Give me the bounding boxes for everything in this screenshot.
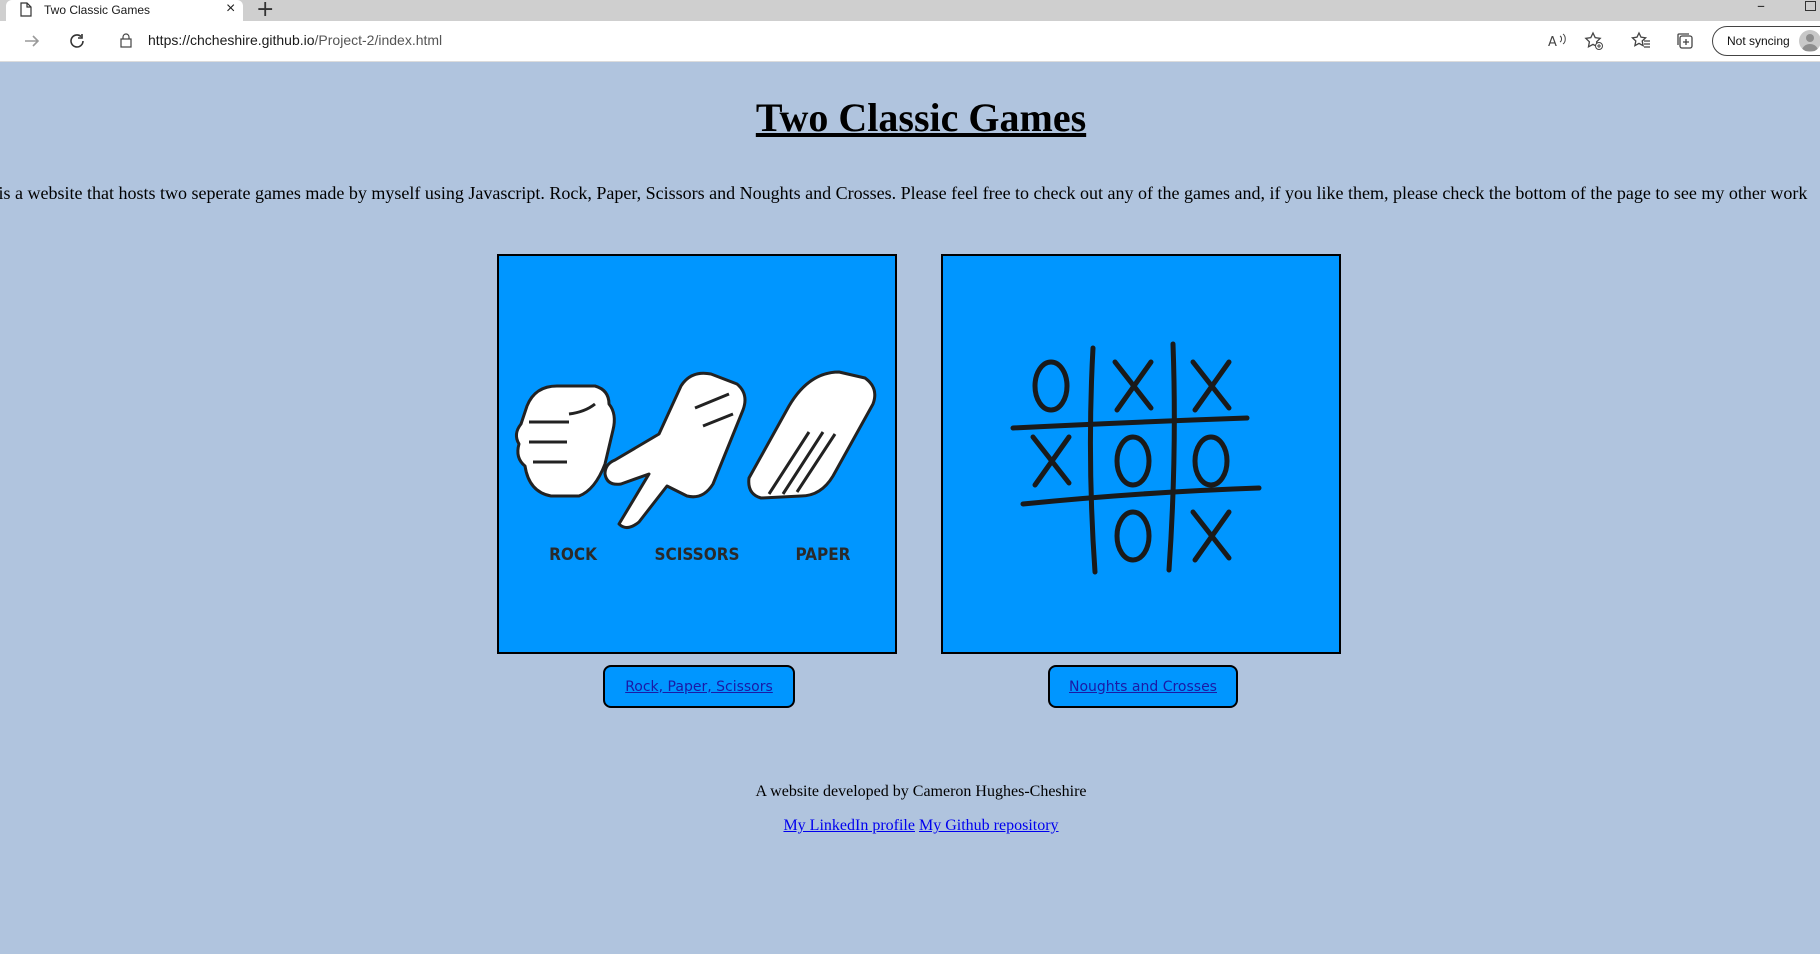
noughts-and-crosses-link[interactable]: Noughts and Crosses	[1069, 679, 1217, 695]
cross-mark-r1-c0	[1030, 434, 1072, 488]
paper-hand-icon	[747, 370, 877, 500]
cross-mark-r2-c2	[1190, 509, 1232, 563]
footer-links: My LinkedIn profile My Github repository	[0, 817, 1820, 835]
tab-title: Two Classic Games	[44, 3, 151, 17]
github-link[interactable]: My Github repository	[919, 817, 1059, 834]
sync-button[interactable]: Not syncing	[1712, 26, 1820, 56]
rock-paper-scissors-image: ROCK SCISSORS PAPER	[514, 370, 877, 565]
refresh-icon[interactable]	[65, 29, 89, 53]
nought-mark-r0-c0	[1032, 359, 1070, 413]
lock-icon[interactable]	[120, 33, 132, 53]
new-tab-icon[interactable]: +	[256, 0, 274, 22]
noughts-and-crosses-button[interactable]: Noughts and Crosses	[1048, 665, 1238, 708]
profile-avatar-icon	[1799, 30, 1820, 52]
cross-mark-r0-c2	[1190, 359, 1232, 413]
close-tab-icon[interactable]: ×	[226, 0, 235, 18]
forward-icon[interactable]	[20, 29, 44, 53]
noughts-and-crosses-card	[941, 254, 1341, 654]
page-icon	[20, 2, 32, 20]
rock-label: ROCK	[549, 545, 598, 565]
footer-credit: A website developed by Cameron Hughes-Ch…	[755, 783, 1087, 800]
rock-paper-scissors-button[interactable]: Rock, Paper, Scissors	[603, 665, 795, 708]
url-host: https://chcheshire.github.io	[148, 32, 315, 48]
browser-toolbar: https://chcheshire.github.io/Project-2/i…	[0, 21, 1820, 62]
address-bar[interactable]: https://chcheshire.github.io/Project-2/i…	[106, 25, 1606, 57]
scissors-hand-icon	[603, 371, 747, 529]
svg-text:A: A	[1548, 35, 1557, 49]
url-path: /Project-2/index.html	[314, 32, 443, 48]
paper-label: PAPER	[796, 545, 851, 565]
linkedin-link[interactable]: My LinkedIn profile	[783, 817, 915, 834]
minimize-window-icon[interactable]: –	[1757, 0, 1765, 15]
rock-paper-scissors-link[interactable]: Rock, Paper, Scissors	[625, 679, 773, 695]
nought-mark-r1-c2	[1192, 434, 1230, 488]
browser-tabstrip: Two Classic Games × + –	[0, 0, 1820, 22]
scissors-label: SCISSORS	[655, 545, 740, 565]
page-title: Two Classic Games	[755, 95, 1087, 140]
favorites-icon[interactable]	[1629, 29, 1653, 53]
url-text: https://chcheshire.github.io/Project-2/i…	[148, 32, 442, 48]
restore-window-icon[interactable]	[1805, 1, 1816, 11]
read-aloud-icon[interactable]: A	[1546, 29, 1570, 53]
nought-mark-r1-c1	[1114, 434, 1152, 488]
rock-hand-icon	[514, 384, 616, 498]
collections-icon[interactable]	[1673, 29, 1697, 53]
nought-mark-r2-c1	[1114, 509, 1152, 563]
intro-text: is is a website that hosts two seperate …	[0, 183, 1808, 203]
cross-mark-r0-c1	[1112, 359, 1154, 413]
noughts-and-crosses-image	[1010, 341, 1262, 575]
rock-paper-scissors-card: ROCK SCISSORS PAPER	[497, 254, 897, 654]
sync-label: Not syncing	[1727, 34, 1790, 48]
browser-tab[interactable]: Two Classic Games ×	[6, 0, 243, 21]
add-favorite-icon[interactable]	[1582, 29, 1606, 53]
